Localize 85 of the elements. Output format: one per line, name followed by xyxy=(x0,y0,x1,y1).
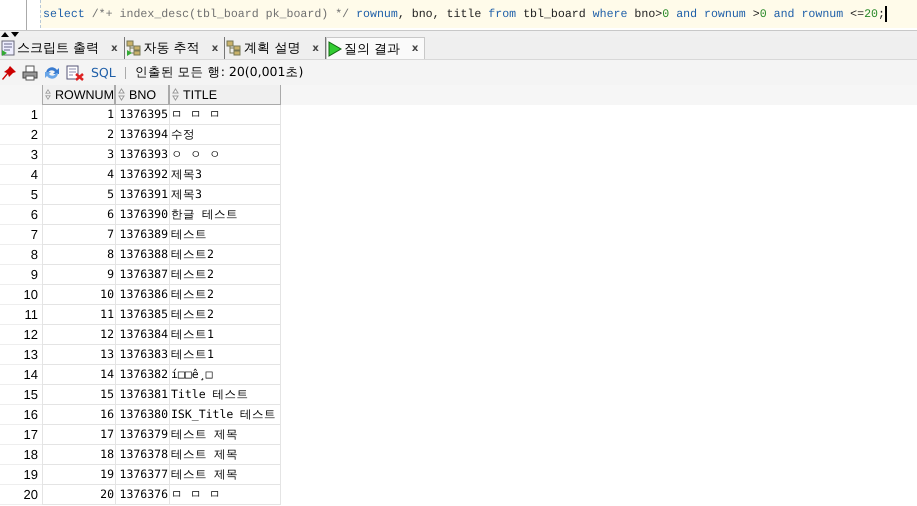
column-header[interactable]: BNO xyxy=(115,85,169,105)
table-cell: 1376387 xyxy=(115,265,169,285)
play-icon xyxy=(328,40,342,56)
document-icon xyxy=(1,40,15,56)
expand-arrows-icon[interactable] xyxy=(0,31,20,37)
tab[interactable]: 계획 설명 x xyxy=(225,37,326,59)
table-cell: 8 xyxy=(42,245,115,265)
close-tab-button[interactable]: x xyxy=(312,42,319,54)
table-cell: 테스트1 xyxy=(169,345,281,365)
table-cell: 16 xyxy=(42,405,115,425)
table-cell: 20 xyxy=(42,485,115,505)
table-cell: 4 xyxy=(42,165,115,185)
refresh-icon[interactable] xyxy=(43,64,61,80)
table-cell: 19 xyxy=(42,465,115,485)
table-cell: 13 xyxy=(42,345,115,365)
table-cell: 1376395 xyxy=(115,105,169,125)
table-cell: 17 xyxy=(42,425,115,445)
table-cell: 1376390 xyxy=(115,205,169,225)
table-cell: 1376378 xyxy=(115,445,169,465)
pin-icon[interactable] xyxy=(1,64,17,80)
table-cell: 5 xyxy=(42,185,115,205)
table-cell: 2 xyxy=(42,125,115,145)
tree-icon xyxy=(126,40,142,56)
delete-document-icon[interactable] xyxy=(66,64,84,80)
close-tab-button[interactable]: x xyxy=(212,42,218,54)
table-cell: ISK_Title 테스트 xyxy=(169,405,281,425)
table-cell: 1376385 xyxy=(115,305,169,325)
table-cell: 제목3 xyxy=(169,165,281,185)
tab[interactable]: 스크립트 출력 x xyxy=(0,37,125,59)
table-cell: 1376389 xyxy=(115,225,169,245)
table-cell: 1376381 xyxy=(115,385,169,405)
table-cell: 1376391 xyxy=(115,185,169,205)
tab[interactable]: 질의 결과 x xyxy=(326,37,426,59)
table-cell: 1376380 xyxy=(115,405,169,425)
column-header[interactable]: TITLE xyxy=(169,85,281,105)
table-cell: 15 xyxy=(42,385,115,405)
table-cell: 7 xyxy=(42,225,115,245)
table-cell: 18 xyxy=(42,445,115,465)
table-cell: 6 xyxy=(42,205,115,225)
table-cell: 1376376 xyxy=(115,485,169,505)
tree-icon xyxy=(226,40,242,56)
table-cell: 테스트2 xyxy=(169,265,281,285)
sort-icon xyxy=(172,88,179,101)
sort-icon xyxy=(45,88,51,101)
sql-link[interactable]: SQL xyxy=(91,65,116,80)
table-cell: 테스트 xyxy=(169,225,281,245)
table-cell: 1376388 xyxy=(115,245,169,265)
sort-icon xyxy=(118,88,125,101)
table-cell: 테스트2 xyxy=(169,245,281,265)
table-cell: 1376394 xyxy=(115,125,169,145)
table-cell: 1376379 xyxy=(115,425,169,445)
table-cell: ㅁ ㅁ ㅁ xyxy=(169,485,281,505)
table-cell: 1376392 xyxy=(115,165,169,185)
table-cell: 11 xyxy=(42,305,115,325)
close-tab-button[interactable]: x xyxy=(111,42,118,54)
table-cell: 1376393 xyxy=(115,145,169,165)
table-cell: 테스트2 xyxy=(169,285,281,305)
table-cell: 테스트 제목 xyxy=(169,465,281,485)
table-cell: 1376384 xyxy=(115,325,169,345)
table-cell: 10 xyxy=(42,285,115,305)
table-cell: 1376383 xyxy=(115,345,169,365)
table-cell: 12 xyxy=(42,325,115,345)
table-cell: 1 xyxy=(42,105,115,125)
table-cell: Title 테스트 xyxy=(169,385,281,405)
table-cell: 1376377 xyxy=(115,465,169,485)
table-cell: 테스트2 xyxy=(169,305,281,325)
table-cell: í□□ê¸□ xyxy=(169,365,281,385)
close-tab-button[interactable]: x xyxy=(412,43,418,54)
table-cell: 14 xyxy=(42,365,115,385)
table-cell: 테스트 제목 xyxy=(169,425,281,445)
table-cell: 9 xyxy=(42,265,115,285)
tab[interactable]: 자동 추적 x xyxy=(124,37,226,59)
table-cell: 1376386 xyxy=(115,285,169,305)
table-cell: 테스트1 xyxy=(169,325,281,345)
fetch-status: 인출된 모든 행: 20(0,001초) xyxy=(134,64,304,81)
table-cell: 한글 테스트 xyxy=(169,205,281,225)
table-cell: 제목3 xyxy=(169,185,281,205)
table-cell: ㅇ ㅇ ㅇ xyxy=(169,145,281,165)
table-cell: 테스트 제목 xyxy=(169,445,281,465)
table-cell: 3 xyxy=(42,145,115,165)
printer-icon[interactable] xyxy=(22,64,38,80)
table-cell: 1376382 xyxy=(115,365,169,385)
column-header[interactable]: ROWNUM xyxy=(42,85,115,105)
table-cell: ㅁ ㅁ ㅁ xyxy=(169,105,281,125)
table-cell: 수정 xyxy=(169,125,281,145)
